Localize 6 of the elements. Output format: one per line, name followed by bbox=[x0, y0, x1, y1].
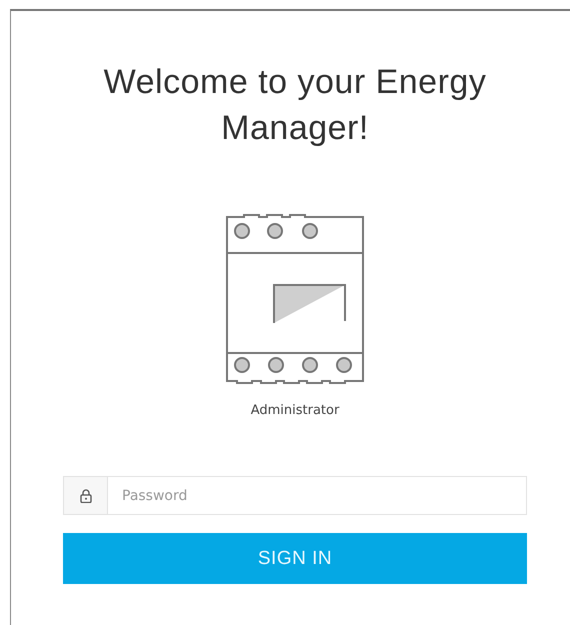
sign-in-button[interactable]: SIGN IN bbox=[63, 533, 527, 584]
circuit-breaker-icon bbox=[224, 213, 366, 385]
lock-icon bbox=[80, 488, 92, 502]
password-field[interactable]: Password bbox=[108, 476, 527, 515]
welcome-title: Welcome to your Energy Manager! bbox=[102, 62, 488, 149]
user-label: Administrator bbox=[250, 403, 340, 418]
